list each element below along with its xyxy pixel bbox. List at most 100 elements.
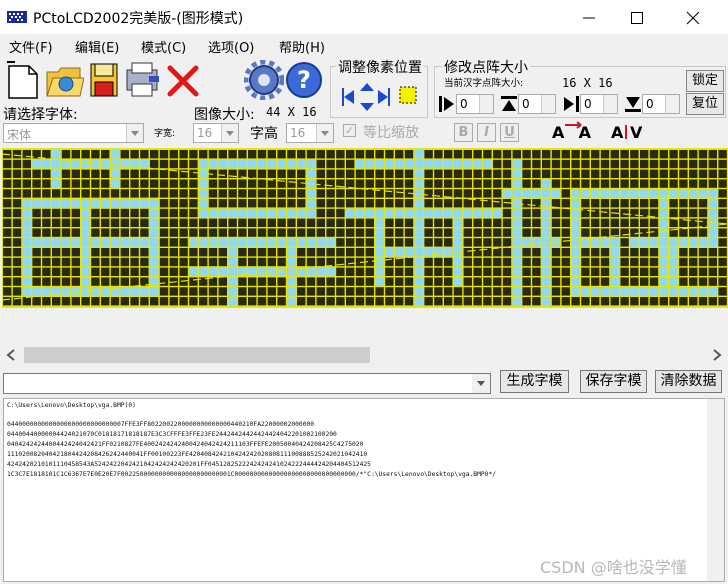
pixel-off[interactable] xyxy=(91,297,100,306)
pixel-grid[interactable] xyxy=(2,148,728,308)
width-select[interactable]: 16 xyxy=(193,123,239,143)
pixel-off[interactable] xyxy=(306,277,316,286)
mirror-horizontal-icon[interactable]: A A xyxy=(551,121,597,143)
pixel-on[interactable] xyxy=(306,208,316,218)
pixel-off[interactable] xyxy=(522,267,531,276)
pixel-off[interactable] xyxy=(120,277,129,286)
pixel-off[interactable] xyxy=(189,169,198,178)
pixel-off[interactable] xyxy=(326,189,335,198)
pixel-off[interactable] xyxy=(522,159,531,169)
pixel-off[interactable] xyxy=(610,199,619,208)
pixel-off[interactable] xyxy=(532,218,541,227)
pixel-on[interactable] xyxy=(659,228,668,237)
pixel-off[interactable] xyxy=(649,267,659,276)
pixel-off[interactable] xyxy=(297,189,306,198)
pixel-off[interactable] xyxy=(718,208,727,218)
pixel-off[interactable] xyxy=(404,238,414,247)
pixel-off[interactable] xyxy=(326,297,335,306)
pixel-on[interactable] xyxy=(228,248,237,257)
pixel-off[interactable] xyxy=(591,297,600,306)
pixel-off[interactable] xyxy=(150,297,159,306)
pixel-on[interactable] xyxy=(140,238,149,247)
pixel-on[interactable] xyxy=(267,159,276,169)
pixel-off[interactable] xyxy=(630,248,639,257)
pixel-off[interactable] xyxy=(12,248,22,257)
pixel-off[interactable] xyxy=(22,169,31,178)
pixel-off[interactable] xyxy=(218,287,227,296)
pixel-on[interactable] xyxy=(385,248,394,257)
pixel-on[interactable] xyxy=(404,248,414,257)
pixel-off[interactable] xyxy=(71,150,80,159)
pixel-on[interactable] xyxy=(110,150,120,159)
pixel-off[interactable] xyxy=(385,267,394,276)
pixel-on[interactable] xyxy=(669,257,678,267)
pixel-off[interactable] xyxy=(424,267,433,276)
pixel-on[interactable] xyxy=(81,277,90,286)
pixel-on[interactable] xyxy=(199,199,208,208)
pixel-on[interactable] xyxy=(22,199,31,208)
pixel-off[interactable] xyxy=(708,179,717,188)
pixel-off[interactable] xyxy=(12,277,22,286)
pixel-on[interactable] xyxy=(150,267,159,276)
pixel-on[interactable] xyxy=(571,189,580,198)
pixel-off[interactable] xyxy=(336,267,345,276)
pixel-off[interactable] xyxy=(32,208,41,218)
shift-up-icon[interactable] xyxy=(360,83,374,91)
pixel-off[interactable] xyxy=(375,169,384,178)
pixel-off[interactable] xyxy=(110,297,120,306)
pixel-on[interactable] xyxy=(150,248,159,257)
pixel-off[interactable] xyxy=(287,150,296,159)
pixel-off[interactable] xyxy=(208,248,218,257)
pixel-on[interactable] xyxy=(571,267,580,276)
pixel-off[interactable] xyxy=(169,199,178,208)
pixel-off[interactable] xyxy=(277,257,286,267)
pixel-off[interactable] xyxy=(267,189,276,198)
pixel-off[interactable] xyxy=(551,297,561,306)
pixel-off[interactable] xyxy=(453,150,463,159)
pixel-off[interactable] xyxy=(679,267,688,276)
pixel-off[interactable] xyxy=(649,179,659,188)
pixel-off[interactable] xyxy=(689,267,698,276)
pixel-off[interactable] xyxy=(306,257,316,267)
pixel-off[interactable] xyxy=(179,228,188,237)
pixel-on[interactable] xyxy=(375,208,384,218)
pixel-off[interactable] xyxy=(718,199,727,208)
pixel-on[interactable] xyxy=(199,159,208,169)
pixel-off[interactable] xyxy=(698,169,708,178)
pixel-off[interactable] xyxy=(248,297,257,306)
pixel-off[interactable] xyxy=(199,257,208,267)
pixel-off[interactable] xyxy=(620,169,629,178)
pixel-off[interactable] xyxy=(61,257,71,267)
pixel-off[interactable] xyxy=(218,169,227,178)
pixel-off[interactable] xyxy=(453,179,463,188)
pixel-off[interactable] xyxy=(375,287,384,296)
pixel-off[interactable] xyxy=(179,189,188,198)
pixel-on[interactable] xyxy=(453,238,463,247)
pixel-on[interactable] xyxy=(52,238,61,247)
pixel-off[interactable] xyxy=(130,169,139,178)
pixel-on[interactable] xyxy=(91,199,100,208)
pixel-off[interactable] xyxy=(277,169,286,178)
pixel-off[interactable] xyxy=(444,218,453,227)
pixel-off[interactable] xyxy=(336,169,345,178)
pixel-off[interactable] xyxy=(591,179,600,188)
pixel-off[interactable] xyxy=(101,208,110,218)
pixel-off[interactable] xyxy=(365,218,374,227)
pixel-off[interactable] xyxy=(473,179,482,188)
pixel-off[interactable] xyxy=(248,228,257,237)
pixel-off[interactable] xyxy=(698,248,708,257)
pixel-off[interactable] xyxy=(698,150,708,159)
pixel-off[interactable] xyxy=(404,267,414,276)
pixel-off[interactable] xyxy=(42,277,51,286)
pixel-off[interactable] xyxy=(346,159,355,169)
pixel-off[interactable] xyxy=(522,228,531,237)
pixel-off[interactable] xyxy=(493,248,502,257)
pixel-off[interactable] xyxy=(130,248,139,257)
pixel-off[interactable] xyxy=(238,179,247,188)
pixel-on[interactable] xyxy=(375,277,384,286)
pixel-off[interactable] xyxy=(649,277,659,286)
pixel-on[interactable] xyxy=(228,208,237,218)
pixel-on[interactable] xyxy=(385,208,394,218)
pixel-off[interactable] xyxy=(532,150,541,159)
italic-button[interactable]: I xyxy=(477,123,496,142)
